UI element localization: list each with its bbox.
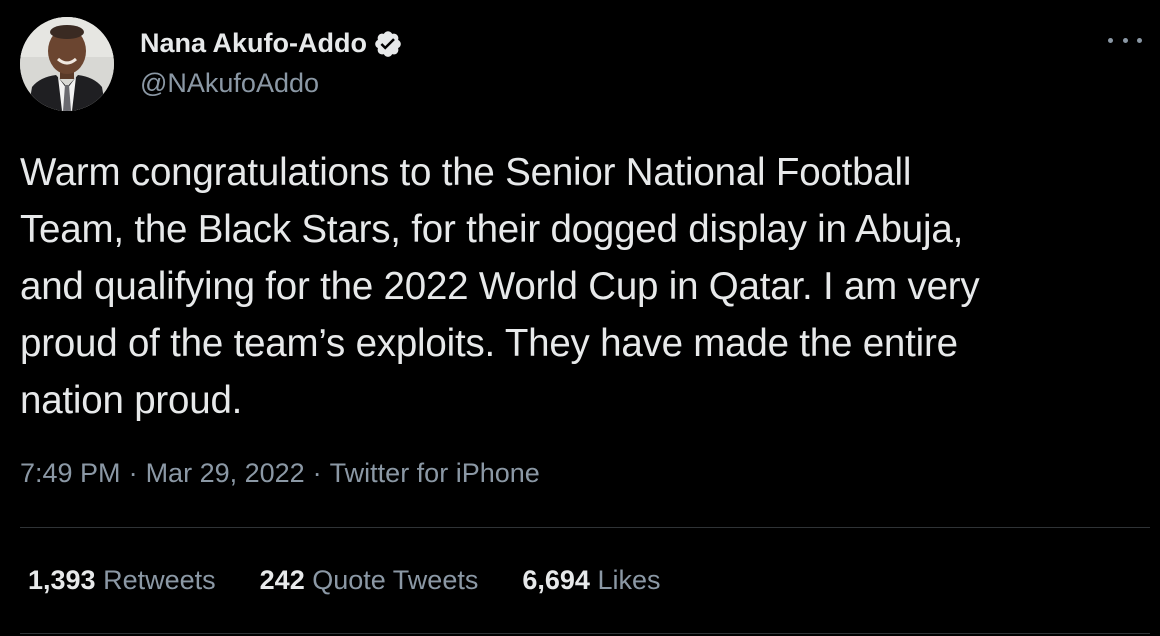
quote-tweets-stat[interactable]: 242 Quote Tweets <box>260 565 479 596</box>
divider <box>20 633 1150 634</box>
engagement-stats: 1,393 Retweets 242 Quote Tweets 6,694 Li… <box>28 565 660 596</box>
tweet-text: Warm congratulations to the Senior Natio… <box>20 144 1150 429</box>
tweet-card: Nana Akufo-Addo @NAkufoAddo Warm congrat… <box>0 0 1160 636</box>
author-name-row: Nana Akufo-Addo <box>140 28 403 59</box>
likes-count: 6,694 <box>522 565 590 595</box>
quote-tweets-label: Quote Tweets <box>312 565 479 595</box>
verified-badge-icon <box>373 29 403 59</box>
avatar-photo <box>20 17 114 111</box>
tweet-text-line: nation proud. <box>20 379 243 422</box>
tweet-text-line: and qualifying for the 2022 World Cup in… <box>20 265 980 308</box>
author-handle[interactable]: @NAkufoAddo <box>140 68 319 99</box>
meta-separator: · <box>128 458 138 488</box>
meta-separator: · <box>312 458 322 488</box>
more-options-icon[interactable] <box>1108 30 1142 50</box>
tweet-source-link[interactable]: Twitter for iPhone <box>330 458 540 489</box>
tweet-time[interactable]: 7:49 PM <box>20 458 121 489</box>
tweet-text-line: proud of the team’s exploits. They have … <box>20 322 958 365</box>
retweets-label: Retweets <box>103 565 216 595</box>
likes-stat[interactable]: 6,694 Likes <box>522 565 660 596</box>
author-display-name[interactable]: Nana Akufo-Addo <box>140 28 367 59</box>
tweet-text-line: Team, the Black Stars, for their dogged … <box>20 208 964 251</box>
avatar[interactable] <box>20 17 114 111</box>
retweets-count: 1,393 <box>28 565 96 595</box>
quote-tweets-count: 242 <box>259 565 305 595</box>
tweet-date[interactable]: Mar 29, 2022 <box>146 458 305 489</box>
likes-label: Likes <box>597 565 661 595</box>
retweets-stat[interactable]: 1,393 Retweets <box>28 565 216 596</box>
tweet-metadata: 7:49 PM · Mar 29, 2022 · Twitter for iPh… <box>20 458 540 489</box>
divider <box>20 527 1150 528</box>
tweet-text-line: Warm congratulations to the Senior Natio… <box>20 151 912 194</box>
